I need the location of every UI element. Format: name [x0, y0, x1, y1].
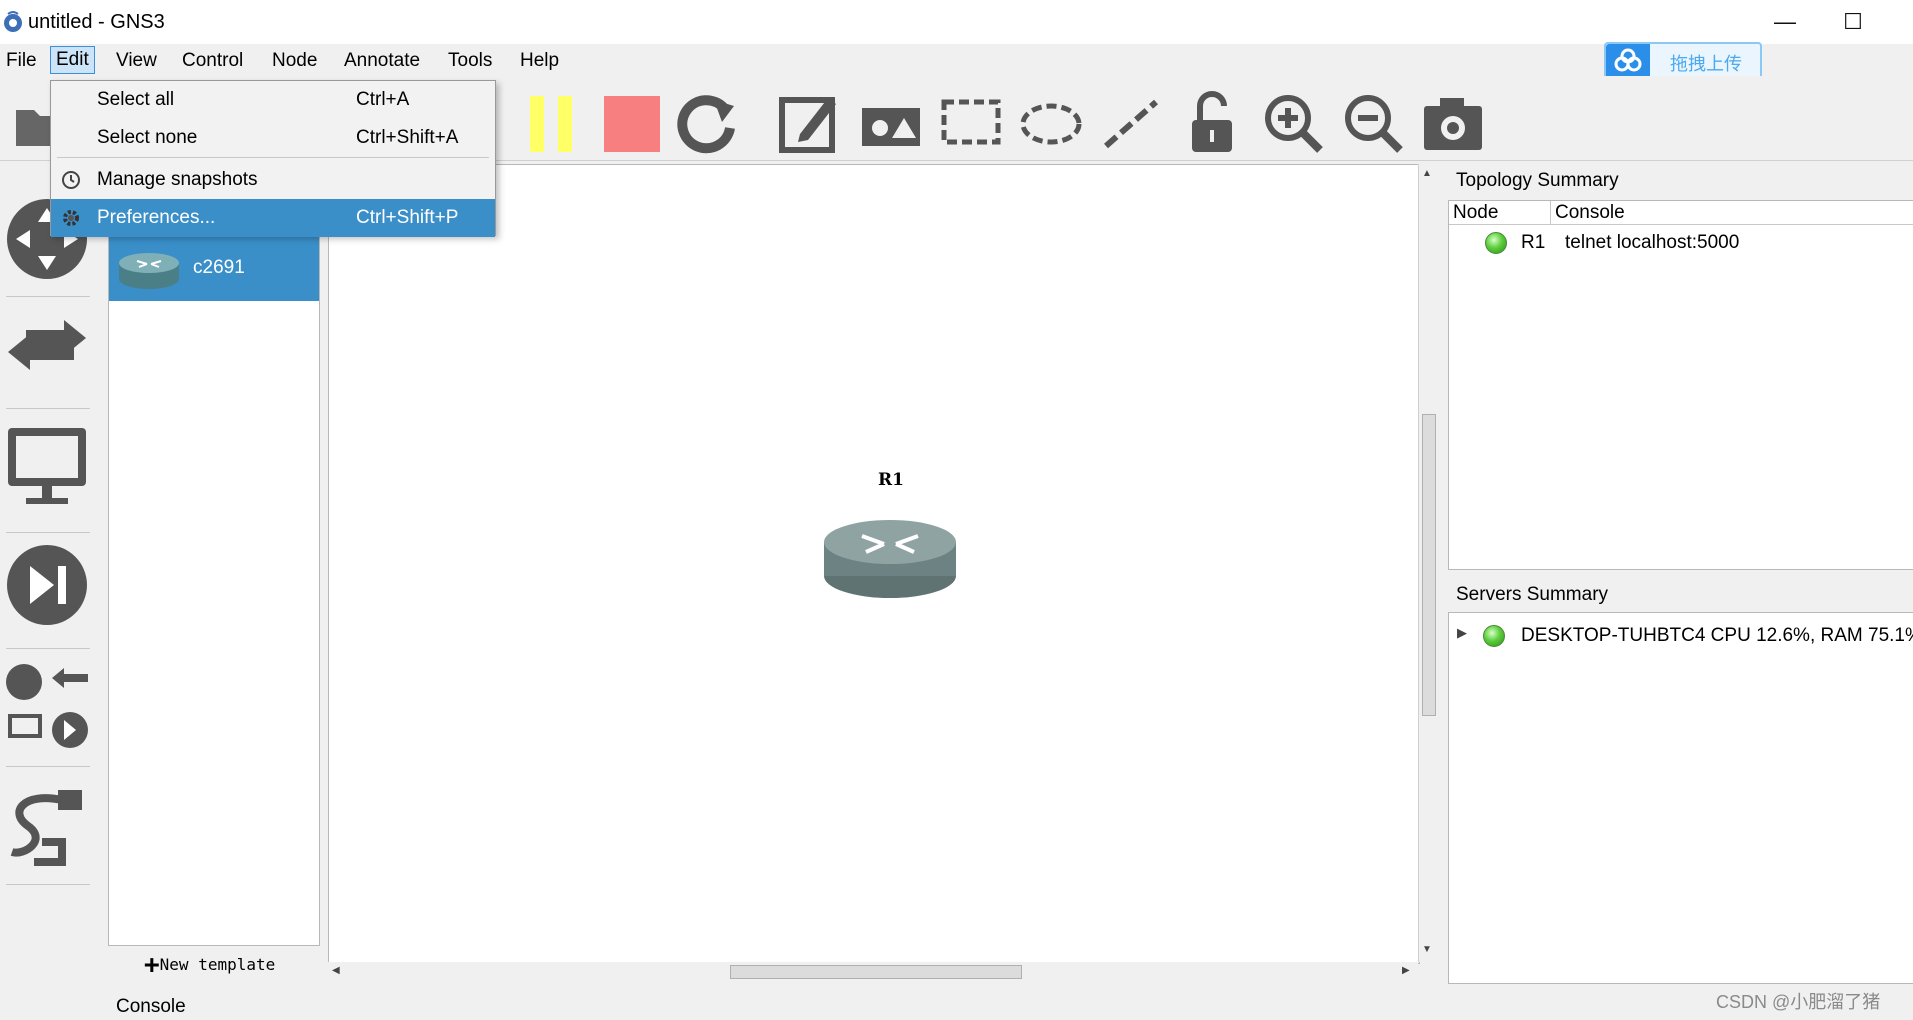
router-icon[interactable]	[822, 508, 958, 602]
window-title: untitled - GNS3	[28, 11, 165, 33]
menu-item-shortcut: Ctrl+Shift+P	[356, 207, 459, 228]
menu-edit[interactable]: Edit	[50, 46, 95, 74]
server-status: DESKTOP-TUHBTC4 CPU 12.6%, RAM 75.1%	[1521, 625, 1913, 646]
menu-item-preferences[interactable]: Preferences... Ctrl+Shift+P	[51, 199, 495, 237]
edit-menu-dropdown: Select all Ctrl+A Select none Ctrl+Shift…	[50, 80, 496, 237]
menu-separator	[57, 157, 489, 158]
device-list: c2691	[108, 162, 320, 946]
canvas-horizontal-scrollbar[interactable]: ◀ ▶	[328, 962, 1418, 982]
separator	[6, 766, 90, 767]
lock-icon[interactable]	[1180, 90, 1246, 156]
topology-summary-panel: Node Console R1 telnet localhost:5000	[1448, 200, 1913, 570]
canvas-vertical-scrollbar[interactable]: ▲ ▼	[1418, 164, 1439, 962]
device-category-bar	[0, 162, 104, 1020]
servers-summary-title: Servers Summary	[1456, 584, 1609, 605]
insert-picture-icon[interactable]	[858, 90, 924, 156]
menu-item-shortcut: Ctrl+A	[356, 89, 410, 110]
watermark: CSDN @小肥溜了猪	[1716, 992, 1881, 1012]
menu-item-manage-snapshots[interactable]: Manage snapshots	[51, 161, 495, 199]
minimize-button[interactable]: —	[1762, 6, 1808, 38]
maximize-button[interactable]: ☐	[1830, 6, 1876, 38]
menu-help[interactable]: Help	[514, 48, 565, 74]
upload-label: 拖拽上传	[1670, 54, 1742, 74]
device-item-c2691[interactable]: c2691	[109, 237, 319, 301]
separator	[6, 884, 90, 885]
separator	[6, 532, 90, 533]
title-bar: untitled - GNS3 — ☐	[0, 0, 1913, 44]
node-name: R1	[1521, 232, 1546, 253]
menu-tools[interactable]: Tools	[442, 48, 498, 74]
zoom-out-icon[interactable]	[1340, 90, 1406, 156]
separator	[6, 296, 90, 297]
all-devices-category-icon[interactable]	[4, 662, 90, 752]
add-link-icon[interactable]	[4, 782, 90, 868]
node-console: telnet localhost:5000	[1565, 232, 1740, 253]
router-icon	[119, 253, 179, 289]
menu-node[interactable]: Node	[266, 48, 323, 74]
separator	[6, 408, 90, 409]
pause-icon[interactable]	[520, 90, 586, 156]
menu-item-shortcut: Ctrl+Shift+A	[356, 127, 459, 148]
new-template-button[interactable]: +New template	[144, 950, 275, 980]
menu-control[interactable]: Control	[176, 48, 249, 74]
menu-annotate[interactable]: Annotate	[338, 48, 426, 74]
topology-summary-title: Topology Summary	[1456, 170, 1619, 191]
console-dock-title: Console	[116, 996, 186, 1017]
separator	[6, 648, 90, 649]
status-green-icon	[1485, 232, 1507, 254]
edit-note-icon[interactable]	[776, 90, 842, 156]
status-green-icon	[1483, 625, 1505, 647]
expand-arrow-icon[interactable]: ▶	[1457, 625, 1467, 641]
menu-item-label: Manage snapshots	[97, 169, 258, 190]
new-template-label: New template	[159, 955, 276, 974]
line-icon[interactable]	[1098, 90, 1164, 156]
clock-icon	[62, 171, 80, 189]
stop-icon[interactable]	[600, 90, 666, 156]
gear-icon	[63, 210, 79, 226]
column-header-console[interactable]: Console	[1551, 201, 1913, 225]
menu-item-label: Select all	[97, 89, 175, 110]
cloud-logo-icon	[1606, 44, 1650, 80]
column-header-node[interactable]: Node	[1449, 201, 1551, 225]
ellipse-icon[interactable]	[1018, 90, 1084, 156]
menu-file[interactable]: File	[0, 48, 43, 74]
end-devices-category-icon[interactable]	[4, 424, 90, 510]
rectangle-icon[interactable]	[938, 90, 1004, 156]
menu-item-label: Select none	[97, 127, 198, 148]
zoom-in-icon[interactable]	[1260, 90, 1326, 156]
security-devices-category-icon[interactable]	[4, 542, 90, 628]
reload-icon[interactable]	[676, 90, 742, 156]
servers-summary-panel: ▶ DESKTOP-TUHBTC4 CPU 12.6%, RAM 75.1%	[1448, 612, 1913, 984]
gns3-logo-icon	[4, 11, 22, 32]
screenshot-icon[interactable]	[1420, 90, 1486, 156]
menu-item-label: Preferences...	[97, 207, 216, 228]
switches-category-icon[interactable]	[4, 312, 90, 398]
list-item[interactable]: ▶ DESKTOP-TUHBTC4 CPU 12.6%, RAM 75.1%	[1457, 625, 1913, 651]
node-label[interactable]: R1	[878, 470, 904, 490]
menu-item-select-all[interactable]: Select all Ctrl+A	[51, 81, 495, 119]
table-row[interactable]: R1 telnet localhost:5000	[1485, 231, 1905, 257]
menu-view[interactable]: View	[110, 48, 163, 74]
device-label: c2691	[193, 257, 245, 278]
menu-item-select-none[interactable]: Select none Ctrl+Shift+A	[51, 119, 495, 157]
plus-icon: +	[144, 950, 160, 980]
